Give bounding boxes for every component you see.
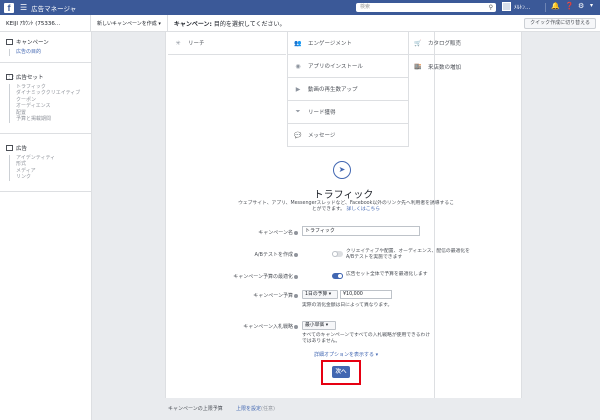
sidebar: キャンペーン 広告の目的 ⋮⋮ 広告セット トラフィック ダイナミッククリエイテ… bbox=[0, 32, 92, 420]
folder-icon bbox=[6, 39, 13, 45]
chevron-down-icon[interactable]: ▾ bbox=[590, 2, 593, 9]
avatar[interactable] bbox=[502, 2, 511, 11]
search-input[interactable]: 検索 ⚲ bbox=[356, 3, 496, 12]
budget-amount-input[interactable]: ¥10,000 bbox=[340, 290, 392, 299]
sidebar-section-ad: 広告 アイデンティティ 形式 メディア リンク bbox=[0, 134, 91, 192]
sidebar-section-campaign: キャンペーン 広告の目的 bbox=[0, 32, 91, 63]
search-icon[interactable]: ⚲ bbox=[489, 3, 493, 12]
campaign-name-input[interactable]: トラフィック bbox=[302, 226, 420, 236]
hamburger-menu-icon[interactable]: ☰ bbox=[20, 3, 27, 12]
panel-right-border bbox=[521, 32, 522, 398]
notification-bell-icon[interactable]: 🔔 bbox=[551, 2, 560, 10]
sidebar-item-budget-schedule[interactable]: 予算と掲載期間 bbox=[9, 116, 91, 123]
ab-test-description: クリエイティブや配置、オーディエンス、配信の最適化をA/Bテストを実施できます bbox=[346, 249, 470, 260]
ad-icon bbox=[6, 144, 13, 151]
cursor-icon: ➤ bbox=[333, 161, 351, 179]
top-divider bbox=[545, 3, 546, 12]
app-title: 広告マネージャ bbox=[31, 4, 77, 13]
video-icon: ▶ bbox=[295, 85, 301, 93]
sidebar-head-campaign[interactable]: キャンペーン bbox=[6, 38, 91, 46]
divider bbox=[166, 14, 168, 32]
ab-test-label: A/Bテストを作成 bbox=[236, 251, 298, 258]
grid-icon: ⋮⋮ bbox=[6, 73, 15, 80]
budget-optimization-toggle[interactable] bbox=[332, 273, 343, 279]
selected-objective-description: ウェブサイト、アプリ、Messengerスレッドなど、Facebook以外のリン… bbox=[238, 201, 454, 212]
info-icon[interactable] bbox=[294, 293, 298, 298]
objective-app-install[interactable]: ◉ アプリのインストール bbox=[288, 55, 408, 78]
toggle-knob bbox=[332, 251, 338, 257]
budget-type-dropdown[interactable]: 1日の予算 ▾ bbox=[302, 290, 338, 299]
budget-note: 実際の消化金額は日によって異なります。 bbox=[302, 303, 393, 308]
budget-optimization-description: 広告セット全体で予算を最適化します bbox=[346, 272, 428, 277]
facebook-logo-icon[interactable]: f bbox=[4, 2, 14, 13]
objective-video-views[interactable]: ▶ 動画の再生数アップ bbox=[288, 78, 408, 101]
sidebar-head-adset[interactable]: ⋮⋮ 広告セット bbox=[6, 73, 91, 81]
help-icon[interactable]: ❓ bbox=[565, 2, 574, 10]
ab-test-toggle[interactable] bbox=[332, 251, 343, 257]
bid-strategy-label: キャンペーン入札戦略 bbox=[236, 323, 298, 330]
info-icon[interactable] bbox=[294, 274, 298, 279]
campaign-spend-limit-label: キャンペーンの上限予算 bbox=[168, 406, 223, 412]
message-icon: 💬 bbox=[294, 131, 302, 139]
set-limit-link[interactable]: 上限を設定(任意) bbox=[236, 405, 275, 412]
user-name[interactable]: ﾒﾙﾄﾝ... bbox=[514, 3, 530, 11]
quick-create-button[interactable]: クイック作成に切り替える bbox=[524, 18, 596, 29]
store-icon: 🏬 bbox=[414, 63, 422, 70]
cart-icon: 🛒 bbox=[414, 39, 422, 47]
objective-engagement[interactable]: 👥 エンゲージメント bbox=[288, 32, 408, 55]
secondary-bar: KEIJI ｱｶｳﾝﾄ (75336... 新しいキャンペーンを作成 ▾ キャン… bbox=[0, 14, 600, 32]
reach-icon: ✳ bbox=[175, 39, 181, 47]
campaign-budget-label: キャンペーン予算 bbox=[236, 292, 298, 299]
create-campaign-dropdown[interactable]: 新しいキャンペーンを作成 ▾ bbox=[97, 20, 161, 27]
info-icon[interactable] bbox=[294, 324, 298, 329]
info-icon[interactable] bbox=[294, 252, 298, 257]
sidebar-section-adset: ⋮⋮ 広告セット トラフィック ダイナミッククリエイティブ クーポン オーディエ… bbox=[0, 63, 91, 134]
sidebar-head-ad[interactable]: 広告 bbox=[6, 144, 91, 152]
bid-strategy-dropdown[interactable]: 最小単価 ▾ bbox=[302, 321, 336, 330]
sidebar-item-link[interactable]: リンク bbox=[9, 174, 91, 181]
toggle-knob bbox=[337, 273, 343, 279]
divider bbox=[90, 14, 91, 32]
gear-icon[interactable]: ⚙ bbox=[578, 2, 584, 10]
bid-strategy-note: すべてのキャンペーンですべての入札戦略が使用できるわけではありません。 bbox=[302, 333, 431, 344]
objective-column-conversion-cells: 🛒 カタログ販売 🏬 来店数の増加 bbox=[408, 32, 522, 78]
next-button[interactable]: 次へ bbox=[332, 366, 350, 378]
people-icon: 👥 bbox=[294, 39, 302, 47]
campaign-name-label: キャンペーン名 bbox=[236, 229, 298, 236]
account-selector[interactable]: KEIJI ｱｶｳﾝﾄ (75336... bbox=[6, 19, 90, 27]
funnel-icon: ⏷ bbox=[295, 108, 301, 115]
objective-column-consideration: 👥 エンゲージメント ◉ アプリのインストール ▶ 動画の再生数アップ ⏷ リー… bbox=[287, 32, 409, 147]
objective-messages[interactable]: 💬 メッセージ bbox=[288, 124, 408, 147]
objective-catalog-sales[interactable]: 🛒 カタログ販売 bbox=[408, 32, 522, 55]
objective-reach[interactable]: ✳ リーチ bbox=[168, 32, 286, 55]
learn-more-link[interactable]: 詳しくはこちら bbox=[347, 207, 381, 212]
app-icon: ◉ bbox=[295, 62, 301, 70]
sidebar-item-objective[interactable]: 広告の目的 bbox=[9, 49, 91, 56]
objective-store-visits[interactable]: 🏬 来店数の増加 bbox=[408, 55, 522, 78]
top-bar: f ☰ 広告マネージャ 検索 ⚲ ﾒﾙﾄﾝ... 🔔 ❓ ⚙ ▾ bbox=[0, 0, 600, 15]
budget-optimization-label: キャンペーン予算の最適化 bbox=[228, 273, 298, 280]
campaign-header: キャンペーン: 目的を選択してください。 bbox=[173, 20, 286, 28]
selected-objective-title: トラフィック bbox=[313, 190, 374, 201]
sidebar-item-dynamic-creative[interactable]: ダイナミッククリエイティブ bbox=[9, 90, 91, 97]
objective-lead-generation[interactable]: ⏷ リード獲得 bbox=[288, 101, 408, 124]
objective-column-awareness: ✳ リーチ bbox=[168, 32, 286, 55]
info-icon[interactable] bbox=[294, 230, 298, 235]
show-advanced-options-link[interactable]: 詳細オプションを表示する ▾ bbox=[314, 351, 378, 358]
